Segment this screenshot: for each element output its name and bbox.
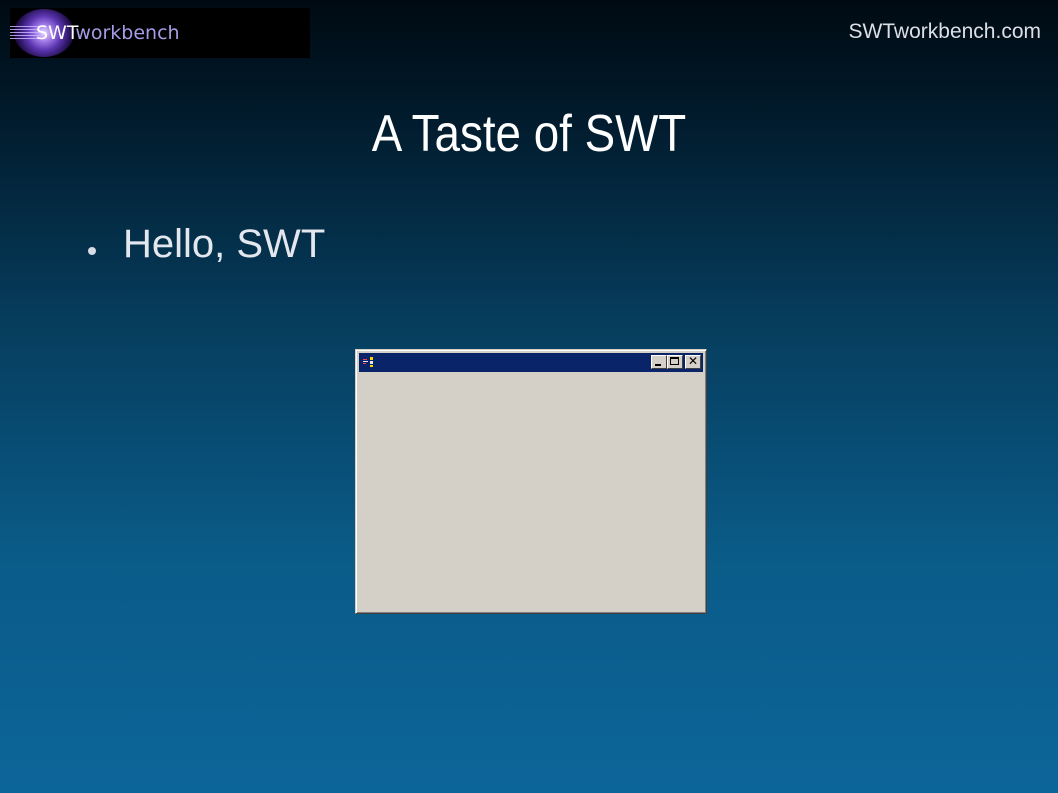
logo-swt-text: SWT (36, 22, 76, 44)
site-url: SWTworkbench.com (848, 20, 1041, 43)
swt-app-icon[interactable] (362, 356, 376, 368)
maximize-icon (670, 357, 679, 365)
slide-title: A Taste of SWT (371, 105, 687, 163)
minimize-button[interactable] (651, 355, 667, 369)
window-client-area (359, 372, 703, 610)
window-title-bar[interactable]: ✕ (359, 353, 703, 372)
swt-shell-window[interactable]: ✕ (355, 349, 707, 614)
bullet-dot (88, 247, 96, 255)
close-button[interactable]: ✕ (685, 354, 701, 369)
maximize-button[interactable] (667, 355, 683, 369)
swtworkbench-logo: SWTworkbench (10, 8, 310, 58)
logo-text: SWTworkbench (36, 22, 180, 44)
close-icon: ✕ (687, 354, 699, 368)
minimize-icon (655, 364, 661, 366)
bullet-text: Hello, SWT (123, 222, 326, 266)
logo-workbench-text: workbench (75, 22, 180, 44)
